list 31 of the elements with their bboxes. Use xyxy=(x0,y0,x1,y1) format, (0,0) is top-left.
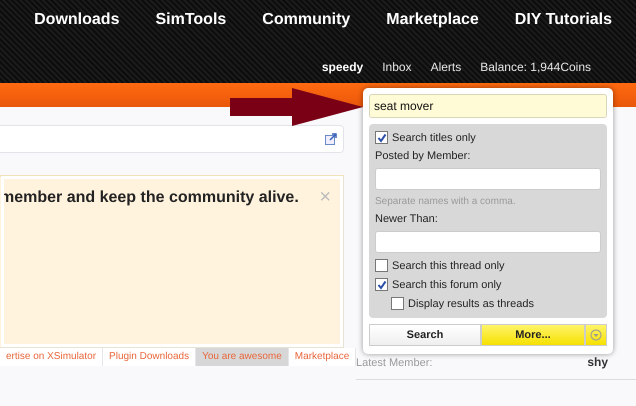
more-button[interactable]: More... xyxy=(481,324,585,346)
stat-value: shy xyxy=(587,355,608,369)
arrow-icon xyxy=(230,88,363,128)
username-link[interactable]: speedy xyxy=(322,60,364,74)
stat-label: Latest Member: xyxy=(356,357,432,369)
hint-text: Separate names with a comma. xyxy=(375,196,517,207)
option-label: Search titles only xyxy=(392,132,476,144)
option-label: Display results as threads xyxy=(408,298,534,310)
checkbox[interactable] xyxy=(375,131,388,144)
field-label: Posted by Member: xyxy=(375,150,472,162)
dropdown-button[interactable] xyxy=(585,324,607,346)
caret-icon xyxy=(590,329,602,341)
input-field[interactable] xyxy=(375,168,601,190)
input-field[interactable] xyxy=(375,231,601,253)
field-label: Newer Than: xyxy=(375,213,439,225)
nav-link[interactable]: Community xyxy=(262,10,350,29)
nav-link[interactable]: SimTools xyxy=(155,10,226,29)
search-field[interactable]: seat mover xyxy=(369,94,607,118)
nav-link[interactable]: Marketplace xyxy=(386,10,479,29)
checkbox[interactable] xyxy=(375,278,388,291)
checkbox[interactable] xyxy=(391,297,404,310)
user-link[interactable]: Inbox xyxy=(382,60,412,74)
user-link[interactable]: Alerts xyxy=(430,60,462,74)
nav-link[interactable]: Downloads xyxy=(34,10,120,29)
option-label: Search this forum only xyxy=(392,278,502,290)
search-button[interactable]: Search xyxy=(369,324,481,346)
checkbox[interactable] xyxy=(375,259,388,272)
option-label: Search this thread only xyxy=(392,260,505,272)
user-link[interactable]: Balance: 1,944Coins xyxy=(480,60,591,74)
popout-icon[interactable] xyxy=(325,133,337,145)
nav-link[interactable]: DIY Tutorials xyxy=(514,10,612,29)
